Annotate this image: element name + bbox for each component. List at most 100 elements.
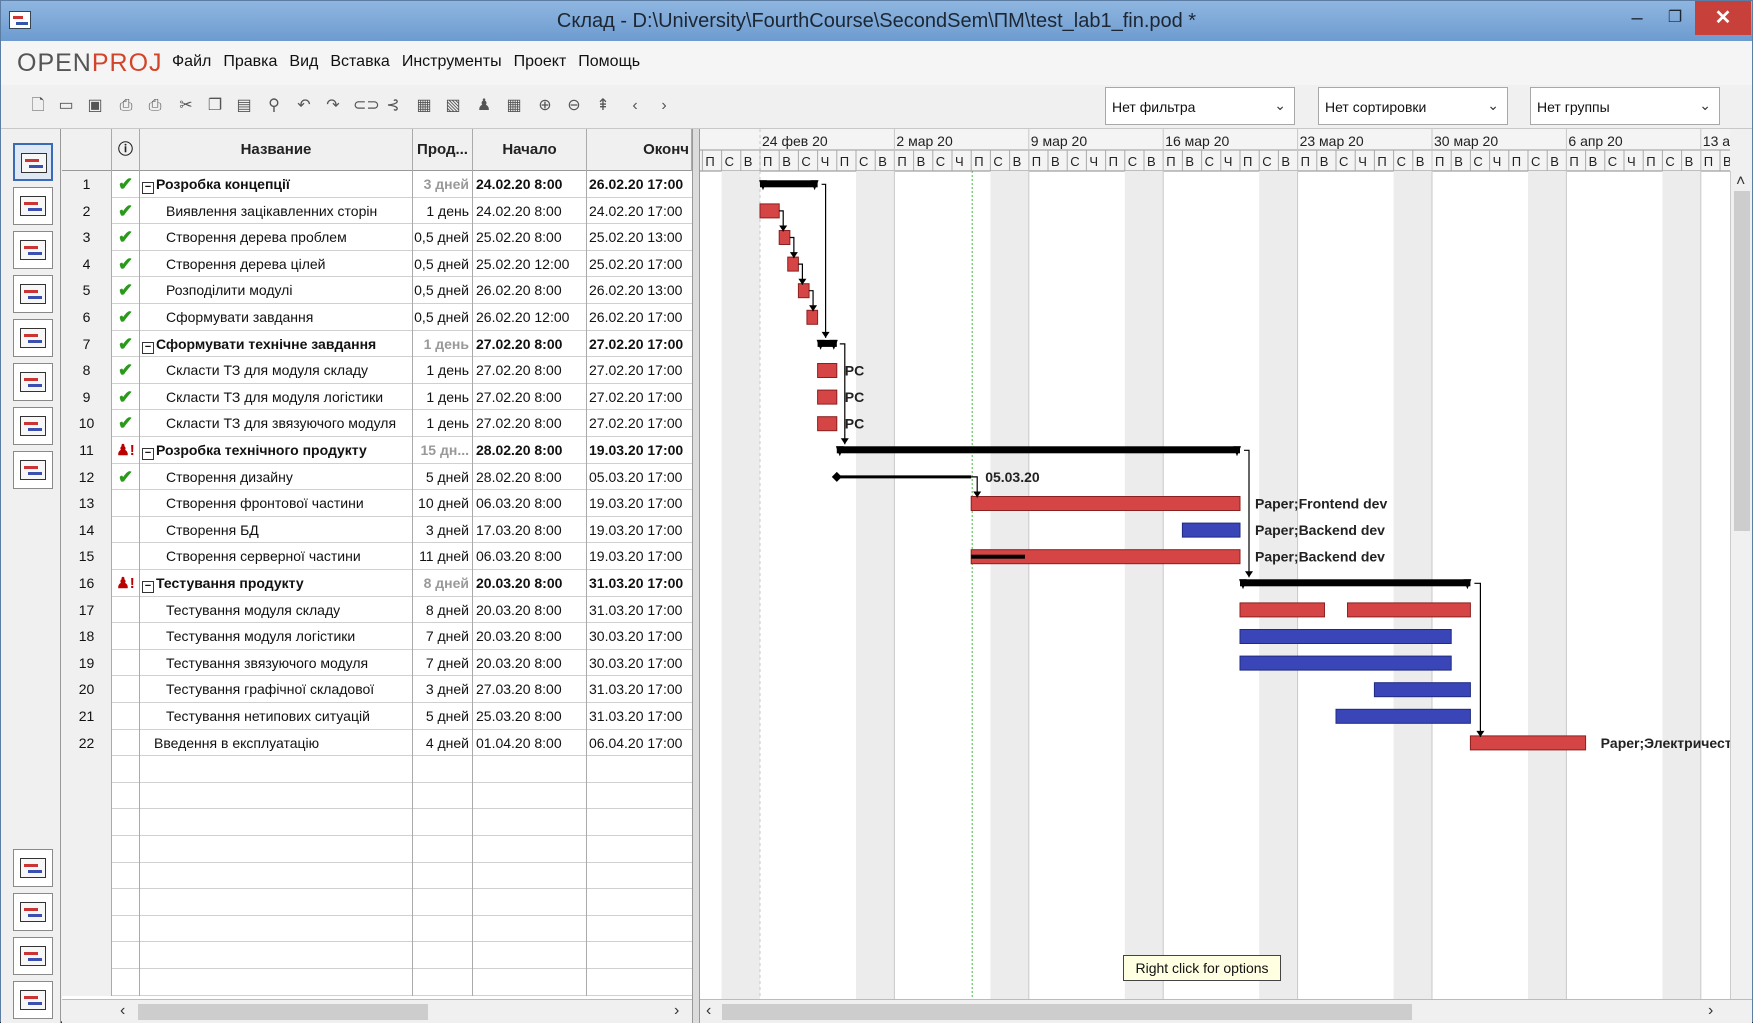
row-duration[interactable]: 0,5 дней bbox=[413, 250, 473, 278]
row-name[interactable]: Скласти ТЗ для модуля складу bbox=[140, 357, 413, 384]
row-name[interactable]: − Розробка концепції bbox=[140, 171, 413, 198]
row-name[interactable]: Тестування модуля складу bbox=[140, 596, 413, 624]
scroll-left-icon[interactable]: ‹ bbox=[706, 1002, 711, 1020]
gantt-scroll-thumb[interactable] bbox=[722, 1004, 1412, 1020]
histogram-view-icon[interactable] bbox=[13, 849, 53, 887]
redo-icon[interactable]: ↷ bbox=[322, 95, 344, 117]
zoom-in-icon[interactable]: ⊕ bbox=[534, 95, 556, 117]
row-name[interactable]: Створення фронтової частини bbox=[140, 490, 413, 517]
row-finish[interactable]: 31.03.20 17:00 bbox=[587, 597, 692, 624]
row-finish[interactable]: 25.02.20 13:00 bbox=[587, 224, 692, 251]
row-finish[interactable]: 24.02.20 17:00 bbox=[587, 198, 692, 225]
table-row[interactable]: 15 Створення серверної частини 11 дней 06.0… bbox=[62, 543, 692, 570]
row-finish[interactable]: 19.03.20 17:00 bbox=[587, 490, 692, 517]
empty-row[interactable] bbox=[62, 809, 692, 836]
row-name[interactable]: Створення дерева цілей bbox=[140, 250, 413, 278]
close-button[interactable]: ✕ bbox=[1695, 1, 1751, 35]
row-start[interactable]: 01.04.20 8:00 bbox=[473, 729, 587, 757]
gantt-view-icon[interactable] bbox=[13, 143, 53, 181]
table-row[interactable]: 13 Створення фронтової частини 10 дней 06.0… bbox=[62, 490, 692, 517]
task-usage-detail-icon[interactable] bbox=[13, 937, 53, 975]
row-finish[interactable]: 30.03.20 17:00 bbox=[587, 623, 692, 650]
row-duration[interactable]: 7 дней bbox=[413, 649, 473, 677]
row-start[interactable]: 27.02.20 8:00 bbox=[473, 383, 587, 411]
scroll-up-icon[interactable]: ˄ bbox=[1736, 173, 1745, 191]
row-start[interactable]: 25.03.20 8:00 bbox=[473, 703, 587, 730]
row-finish[interactable]: 31.03.20 17:00 bbox=[587, 703, 692, 730]
row-duration[interactable]: 8 дней bbox=[413, 596, 473, 624]
row-finish[interactable]: 19.03.20 17:00 bbox=[587, 517, 692, 544]
table-row[interactable]: 2 ✔ Виявлення зацікавленних сторін 1 день 24… bbox=[62, 197, 692, 225]
table-row[interactable]: 1 ✔ − Розробка концепції 3 дней 24.02.20 8:00… bbox=[62, 171, 692, 198]
resources-view-icon[interactable] bbox=[13, 231, 53, 269]
info-icon[interactable]: ⓘ bbox=[112, 129, 140, 171]
gantt-horizontal-scrollbar[interactable]: ‹ › bbox=[700, 999, 1752, 1023]
empty-row[interactable] bbox=[62, 915, 692, 943]
row-name[interactable]: Введення в експлуатацію bbox=[140, 729, 413, 757]
row-finish[interactable]: 31.03.20 17:00 bbox=[587, 676, 692, 703]
row-start[interactable]: 27.02.20 8:00 bbox=[473, 410, 587, 437]
header-duration[interactable]: Прод... bbox=[413, 129, 473, 171]
row-start[interactable]: 24.02.20 8:00 bbox=[473, 197, 587, 225]
row-finish[interactable]: 26.02.20 17:00 bbox=[587, 304, 692, 331]
row-start[interactable]: 28.02.20 8:00 bbox=[473, 437, 587, 464]
paste-icon[interactable]: ▤ bbox=[233, 95, 255, 117]
sort-select[interactable]: Нет сортировки ⌄ bbox=[1318, 87, 1508, 125]
header-name[interactable]: Название bbox=[140, 129, 413, 171]
row-duration[interactable]: 15 дн... bbox=[413, 437, 473, 464]
new-file-icon[interactable]: 🗋 bbox=[27, 95, 49, 117]
empty-row[interactable] bbox=[62, 969, 692, 996]
splitter-handle[interactable] bbox=[692, 129, 700, 1023]
table-row[interactable]: 5 ✔ Розподілити модулі 0,5 дней 26.02.20 8:0… bbox=[62, 277, 692, 304]
row-duration[interactable]: 0,5 дней bbox=[413, 304, 473, 331]
cut-icon[interactable]: ✂ bbox=[175, 95, 197, 117]
row-duration[interactable]: 0,5 дней bbox=[413, 277, 473, 304]
row-name[interactable]: − Сформувати технічне завдання bbox=[140, 330, 413, 358]
scroll-left-icon[interactable]: ‹ bbox=[120, 1002, 125, 1020]
table-row[interactable]: 18 Тестування модуля логістики 7 дней 20.03… bbox=[62, 623, 692, 650]
row-start[interactable]: 25.02.20 12:00 bbox=[473, 250, 587, 278]
row-start[interactable]: 24.02.20 8:00 bbox=[473, 171, 587, 198]
collapse-toggle-icon[interactable]: − bbox=[142, 341, 154, 354]
table-scroll-thumb[interactable] bbox=[138, 1004, 428, 1020]
row-name[interactable]: Сформувати завдання bbox=[140, 304, 413, 331]
empty-row[interactable] bbox=[62, 756, 692, 783]
row-name[interactable]: Розподілити модулі bbox=[140, 277, 413, 304]
row-start[interactable]: 27.02.20 8:00 bbox=[473, 330, 587, 358]
row-start[interactable]: 20.03.20 8:00 bbox=[473, 623, 587, 650]
menu-view[interactable]: Вид bbox=[289, 53, 318, 71]
undo-icon[interactable]: ↶ bbox=[293, 95, 315, 117]
row-duration[interactable]: 3 дней bbox=[413, 171, 473, 198]
row-duration[interactable]: 7 дней bbox=[413, 623, 473, 650]
table-row[interactable]: 11 ♟! − Розробка технічного продукту 15 дн..… bbox=[62, 437, 692, 464]
row-start[interactable]: 27.02.20 8:00 bbox=[473, 357, 587, 384]
collapse-toggle-icon[interactable]: − bbox=[142, 182, 154, 194]
task-usage-view-icon[interactable] bbox=[13, 407, 53, 445]
row-start[interactable]: 28.02.20 8:00 bbox=[473, 463, 587, 491]
notes-icon[interactable]: ▧ bbox=[442, 95, 464, 117]
row-name[interactable]: Створення дерева проблем bbox=[140, 224, 413, 251]
row-duration[interactable]: 0,5 дней bbox=[413, 224, 473, 251]
calendar-icon[interactable]: ▦ bbox=[503, 95, 525, 117]
empty-row[interactable] bbox=[62, 836, 692, 863]
row-start[interactable]: 27.03.20 8:00 bbox=[473, 676, 587, 703]
menu-help[interactable]: Помощь bbox=[578, 53, 640, 71]
menu-edit[interactable]: Правка bbox=[223, 53, 277, 71]
resource-usage-view-icon[interactable] bbox=[13, 451, 53, 489]
row-name[interactable]: − Розробка технічного продукту bbox=[140, 437, 413, 464]
row-name[interactable]: Тестування звязуючого модуля bbox=[140, 649, 413, 677]
table-row[interactable]: 16 ♟! − Тестування продукту 8 дней 20.03.20 8… bbox=[62, 570, 692, 597]
row-duration[interactable]: 8 дней bbox=[413, 570, 473, 597]
row-name[interactable]: Тестування модуля логістики bbox=[140, 623, 413, 650]
open-file-icon[interactable]: ▭ bbox=[55, 95, 77, 117]
row-duration[interactable]: 10 дней bbox=[413, 490, 473, 517]
wbs-view-icon[interactable] bbox=[13, 275, 53, 313]
collapse-toggle-icon[interactable]: − bbox=[142, 581, 154, 593]
zoom-out-icon[interactable]: ⊖ bbox=[563, 95, 585, 117]
row-finish[interactable]: 26.02.20 17:00 bbox=[587, 171, 692, 198]
print-icon[interactable]: ⎙ bbox=[115, 95, 137, 117]
scroll-right-icon[interactable]: › bbox=[1708, 1002, 1713, 1020]
row-name[interactable]: Створення БД bbox=[140, 516, 413, 544]
row-name[interactable]: Тестування нетипових ситуацій bbox=[140, 703, 413, 730]
row-finish[interactable]: 19.03.20 17:00 bbox=[587, 437, 692, 464]
